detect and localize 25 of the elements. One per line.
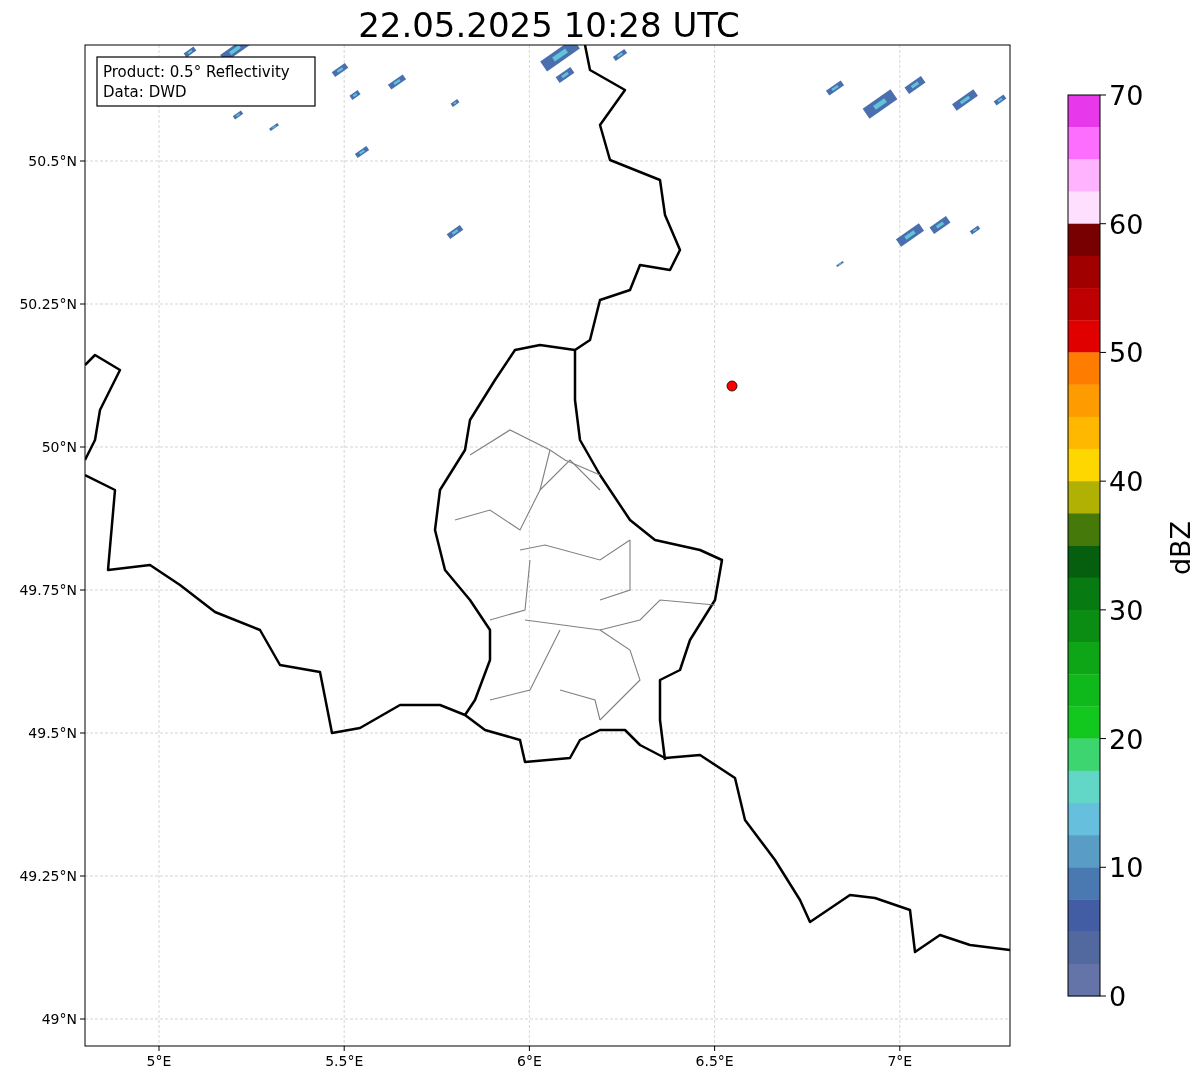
colorbar-tick-label: 0 [1109, 981, 1127, 1012]
longitude-label: 5°E [146, 1053, 172, 1069]
colorbar-label: dBZ [1165, 520, 1196, 576]
latitude-label: 49.25°N [19, 868, 77, 884]
location-marker-icon [726, 380, 738, 392]
colorbar-tick-label: 60 [1109, 208, 1144, 240]
colorbar-tick-label: 10 [1109, 852, 1144, 884]
info-text: Data: DWD [103, 83, 187, 101]
colorbar-tick-label: 20 [1109, 723, 1144, 755]
latitude-label: 50°N [41, 439, 77, 455]
longitude-label: 7°E [887, 1053, 913, 1069]
longitude-label: 5.5°E [325, 1053, 364, 1069]
latitude-label: 49.5°N [28, 725, 77, 741]
info-text: Product: 0.5° Reflectivity [103, 63, 290, 81]
latitude-label: 49.75°N [19, 582, 77, 598]
latitude-label: 50.5°N [28, 153, 77, 169]
longitude-label: 6°E [517, 1053, 542, 1069]
longitude-label: 6.5°E [695, 1053, 734, 1069]
chart-title: 22.05.2025 10:28 UTC [358, 5, 740, 45]
latitude-label: 49°N [41, 1011, 77, 1027]
colorbar-tick-label: 50 [1109, 337, 1144, 369]
colorbar-tick-label: 70 [1109, 80, 1144, 111]
colorbar-tick-label: 30 [1109, 594, 1144, 626]
latitude-label: 50.25°N [19, 296, 77, 312]
colorbar-tick-label: 40 [1109, 466, 1144, 498]
